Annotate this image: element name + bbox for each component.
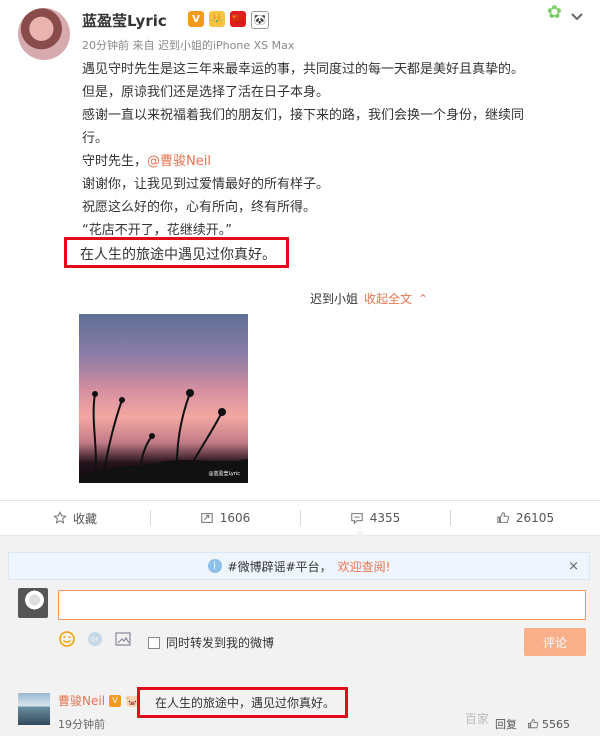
comment-input[interactable] xyxy=(58,590,586,620)
verified-badge-icon: V xyxy=(188,11,204,27)
reply-avatar[interactable] xyxy=(18,693,50,725)
comment-tools: GIF xyxy=(58,630,132,648)
chevron-up-icon[interactable]: ⌃ xyxy=(418,292,428,306)
mention-link[interactable]: @曹骏Neil xyxy=(147,154,211,169)
rumor-notice: i #微博辟谣#平台， 欢迎查阅! × xyxy=(8,552,590,580)
photo-watermark: @蓝盈莹Lyric xyxy=(208,471,240,477)
like-count: 26105 xyxy=(515,511,555,525)
post-line: 感谢一直以来祝福着我们的朋友们，接下来的路，我们会换一个身份，继续同 xyxy=(82,108,525,123)
post-username[interactable]: 蓝盈莹Lyric xyxy=(82,10,167,31)
panda-badge-icon: 🐼 xyxy=(251,11,269,29)
chevron-down-icon[interactable] xyxy=(570,10,584,24)
comment-count: 4355 xyxy=(369,511,401,525)
forward-checkbox[interactable] xyxy=(148,636,160,649)
highlight-text: 在人生的旅途中遇见过你真好。 xyxy=(80,247,276,263)
close-icon[interactable]: × xyxy=(568,559,579,574)
reply-like-count: 5565 xyxy=(542,717,570,731)
comment-button[interactable]: 4355 xyxy=(300,501,450,535)
china-flag-icon: 🇨🇳 xyxy=(230,11,246,27)
collapse-row: 迟到小姐 收起全文 ⌃ xyxy=(310,290,428,307)
watermark-text: 百家 xyxy=(465,712,490,726)
post-line: 行。 xyxy=(82,131,109,146)
submit-comment-button[interactable]: 评论 xyxy=(524,628,586,656)
post-line: 但是，原谅我们还是选择了活在日子本身。 xyxy=(82,85,330,100)
forward-checkbox-row: 同时转发到我的微博 xyxy=(148,634,274,651)
like-button[interactable]: 26105 xyxy=(450,501,600,535)
gif-icon[interactable]: GIF xyxy=(86,630,104,648)
post-meta: 20分钟前 来自 迟到小姐的iPhone XS Max xyxy=(82,39,295,52)
info-icon: i xyxy=(207,559,222,573)
collapse-link[interactable]: 收起全文 xyxy=(364,292,412,306)
repost-button[interactable]: 1606 xyxy=(150,501,300,535)
post-content: 遇见守时先生是这三年来最幸运的事，共同度过的每一天都是美好且真挚的。 但是，原谅… xyxy=(82,58,582,242)
favorite-label: 收藏 xyxy=(72,511,97,526)
verified-badge-icon: V xyxy=(109,694,122,707)
flower-silhouette-illustration xyxy=(79,389,248,483)
user-avatar[interactable] xyxy=(18,8,70,60)
reply-button[interactable]: 回复 xyxy=(495,716,517,732)
action-bar: 收藏 1606 4355 26105 xyxy=(0,500,600,536)
repost-icon xyxy=(200,513,213,523)
image-icon[interactable] xyxy=(114,630,132,648)
reply-like-button[interactable]: 5565 xyxy=(527,718,570,731)
star-icon xyxy=(53,511,67,524)
reply-actions: 回复 5565 xyxy=(495,716,570,732)
reply-text: 在人生的旅途中，遇见过你真好。 xyxy=(155,696,336,710)
post-line: 谢谢你，让我见到过爱情最好的所有样子。 xyxy=(82,177,330,192)
svg-text:GIF: GIF xyxy=(91,638,99,644)
favorite-button[interactable]: 收藏 xyxy=(0,501,150,535)
user-badges: V 👑 🇨🇳 🐼 xyxy=(188,11,269,29)
comment-icon xyxy=(350,513,363,525)
weibo-post: 蓝盈莹Lyric V 👑 🇨🇳 🐼 ✿ 20分钟前 来自 迟到小姐的iPhone… xyxy=(0,0,600,500)
post-photo[interactable]: @蓝盈莹Lyric xyxy=(79,314,248,483)
reply-username[interactable]: 曹骏Neil xyxy=(58,692,105,709)
post-line-text: 守时先生， xyxy=(82,154,148,169)
post-line: 遇见守时先生是这三年来最幸运的事，共同度过的每一天都是美好且真挚的。 xyxy=(82,62,525,77)
post-line: 守时先生，@曹骏Neil xyxy=(82,150,582,173)
reply-user-row: 曹骏Neil V 🐷 xyxy=(58,692,140,709)
notice-text: #微博辟谣#平台， xyxy=(227,559,332,574)
reply-time: 19分钟前 xyxy=(58,718,105,731)
thumbs-up-icon xyxy=(528,719,539,729)
collapse-author: 迟到小姐 xyxy=(310,292,359,306)
clover-decoration-icon: ✿ xyxy=(546,2,562,23)
post-line: 祝愿这么好的你，心有所向，终有所得。 xyxy=(82,200,317,215)
current-user-avatar[interactable] xyxy=(18,588,48,618)
thumbs-up-icon xyxy=(497,512,510,523)
crown-badge-icon: 👑 xyxy=(209,11,225,27)
repost-count: 1606 xyxy=(219,511,251,525)
forward-checkbox-label: 同时转发到我的微博 xyxy=(166,636,275,650)
emoji-icon[interactable] xyxy=(58,630,76,648)
notice-link[interactable]: 欢迎查阅! xyxy=(338,558,391,575)
